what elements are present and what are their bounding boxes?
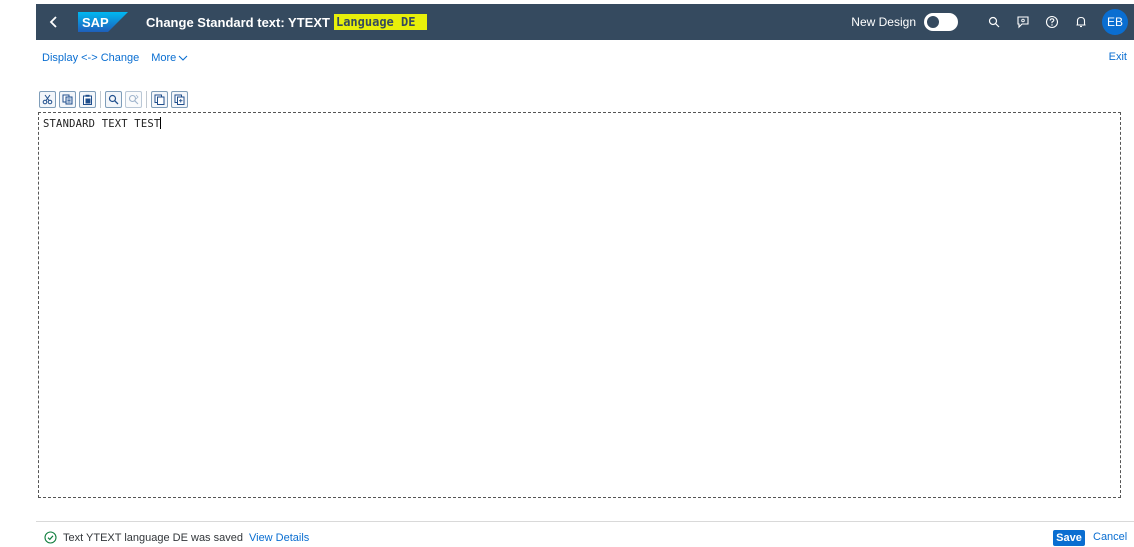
new-design-toggle[interactable] (924, 13, 958, 31)
find-button[interactable] (105, 90, 122, 108)
copy-button[interactable] (59, 90, 76, 108)
display-change-button[interactable]: Display <-> Change (42, 52, 139, 64)
cancel-button[interactable]: Cancel (1093, 531, 1127, 543)
find-icon (108, 94, 119, 104)
find-next-icon (128, 94, 139, 104)
back-button[interactable] (42, 10, 66, 34)
paste-clipboard-icon (174, 94, 185, 105)
editor-text-line: STANDARD TEXT TEST (43, 118, 161, 130)
feedback-button[interactable] (1010, 9, 1036, 35)
toolbar-separator (146, 90, 147, 108)
cut-button[interactable] (39, 90, 56, 108)
view-details-link[interactable]: View Details (249, 532, 309, 544)
toolbar-separator (100, 90, 101, 108)
notifications-button[interactable] (1068, 9, 1094, 35)
exit-button[interactable]: Exit (1109, 51, 1127, 63)
subheader-toolbar: Display <-> Change More (42, 50, 188, 66)
feedback-icon (1017, 16, 1029, 29)
editor-toolbar (39, 90, 191, 108)
page-title-main: Change Standard text: YTEXT (146, 14, 330, 30)
more-label: More (151, 52, 177, 64)
success-check-icon (44, 531, 57, 544)
help-button[interactable] (1039, 9, 1065, 35)
new-design-label: New Design (851, 15, 916, 29)
sap-logo: SAP (78, 12, 128, 32)
paste-clipboard-button[interactable] (171, 90, 188, 108)
notification-icon (1076, 16, 1086, 28)
sap-logo-text: SAP (82, 15, 109, 30)
help-icon (1045, 15, 1059, 29)
status-bar: Text YTEXT language DE was saved View De… (44, 531, 309, 544)
standard-text-editor[interactable]: STANDARD TEXT TEST (38, 112, 1121, 498)
search-icon (988, 16, 1000, 28)
cut-icon (42, 94, 53, 104)
search-button[interactable] (981, 9, 1007, 35)
more-menu-button[interactable]: More (151, 52, 188, 64)
page-title-language: Language DE (333, 14, 428, 30)
status-message: Text YTEXT language DE was saved (63, 531, 243, 544)
save-button[interactable]: Save (1053, 530, 1085, 546)
footer-divider (36, 521, 1134, 522)
copy-clipboard-button[interactable] (151, 90, 168, 108)
chevron-down-icon (178, 55, 188, 61)
editor-content[interactable]: STANDARD TEXT TEST (43, 117, 162, 130)
page-title: Change Standard text: YTEXT Language DE (146, 14, 428, 30)
back-icon (49, 16, 57, 28)
shell-bar: SAP Change Standard text: YTEXT Language… (36, 4, 1134, 40)
text-caret (160, 117, 162, 129)
copy-clipboard-icon (154, 94, 165, 105)
copy-icon (62, 94, 73, 104)
paste-button[interactable] (79, 90, 96, 108)
paste-icon (83, 94, 92, 105)
user-avatar[interactable]: EB (1102, 9, 1128, 35)
find-next-button[interactable] (125, 90, 142, 108)
